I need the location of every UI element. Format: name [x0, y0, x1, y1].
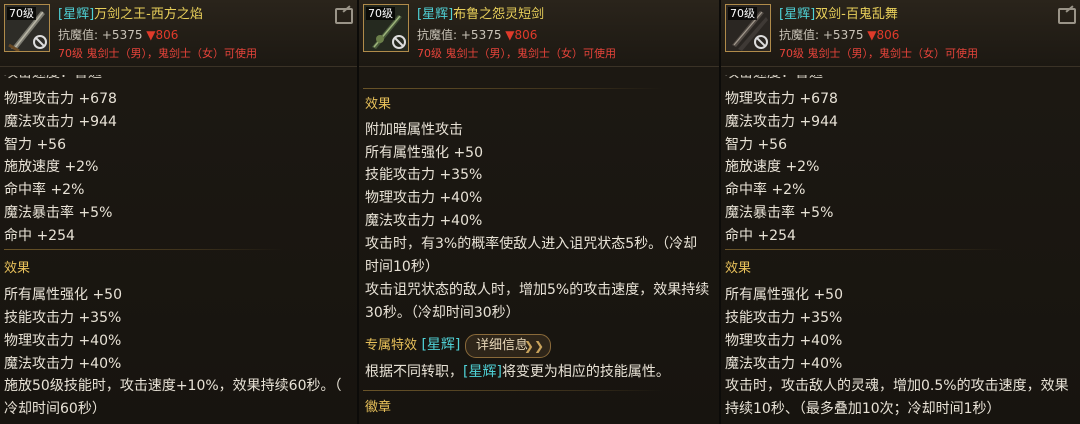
share-icon[interactable]	[335, 8, 353, 24]
double-chevron-icon: ❯❯	[523, 339, 545, 353]
resist-label: 抗魔值:	[417, 28, 458, 42]
section-divider	[363, 88, 663, 89]
detail-info-label: 详细信息	[476, 338, 529, 353]
tooltip-header: 70级 [星辉]万剑之王-西方之焰 抗魔值: +5375 ▼806 70级 鬼剑…	[0, 0, 357, 67]
effect-line: 30秒。（冷却时间30秒）	[365, 305, 520, 321]
share-icon[interactable]	[1058, 8, 1076, 24]
effect-line: 技能攻击力 +35%	[4, 310, 122, 326]
rarity-tag: [星辉]	[779, 7, 816, 22]
effect-line: 攻击时，攻击敌人的灵魂，增加0.5%的攻击速度，效果	[725, 378, 1069, 394]
stat-line: 命中率 +2%	[4, 182, 85, 198]
stat-line: 命中 +254	[725, 228, 796, 244]
effect-line: 所有属性强化 +50	[365, 145, 483, 161]
level-badge: 70级	[366, 7, 395, 20]
class-requirement: 70级 鬼剑士（男），鬼剑士（女）可使用	[779, 47, 978, 60]
rarity-tag: [星辉]	[417, 7, 454, 22]
resist-diff: ▼806	[867, 28, 900, 42]
item-tooltip-2: 70级 [星辉]布鲁之怨灵短剑 抗魔值: +5375 ▼806 70级 鬼剑士（…	[359, 0, 721, 424]
stat-line: 命中 +254	[4, 228, 75, 244]
transfer-note: 根据不同转职，[星辉]将变更为相应的技能属性。	[365, 362, 670, 382]
tooltip-header: 70级 [星辉]布鲁之怨灵短剑 抗魔值: +5375 ▼806 70级 鬼剑士（…	[359, 0, 721, 67]
effect-line: 技能攻击力 +35%	[365, 167, 483, 183]
unusable-icon	[33, 35, 47, 49]
stat-line: 智力 +56	[725, 137, 787, 153]
effect-line: 物理攻击力 +40%	[4, 333, 122, 349]
stat-line: 魔法攻击力 +944	[725, 114, 838, 130]
effect-line: 冷却时间60秒）	[4, 401, 106, 417]
resist-label: 抗魔值:	[779, 28, 820, 42]
effect-heading: 效果	[365, 97, 392, 112]
tooltip-comparison: 70级 [星辉]万剑之王-西方之焰 抗魔值: +5375 ▼806 70级 鬼剑…	[0, 0, 1080, 424]
magic-resist: 抗魔值: +5375 ▼806	[779, 26, 899, 43]
section-divider	[4, 249, 284, 250]
effect-line: 持续10秒、（最多叠加10次；冷却时间1秒）	[725, 401, 1001, 417]
effect-line: 施放50级技能时，攻击速度+10%，效果持续60秒。（	[4, 378, 342, 394]
magic-resist: 抗魔值: +5375 ▼806	[417, 26, 537, 43]
effect-line: 附加暗属性攻击	[365, 122, 463, 138]
item-title: [星辉]双剑-百鬼乱舞	[779, 3, 898, 22]
effect-line: 物理攻击力 +40%	[725, 333, 843, 349]
stat-line: 物理攻击力 +678	[725, 91, 838, 107]
exclusive-title: 专属特效	[365, 338, 418, 353]
effect-heading: 效果	[725, 261, 752, 276]
section-divider	[363, 390, 663, 391]
stat-line: 施放速度 +2%	[725, 159, 820, 175]
exclusive-tag: [星辉]	[421, 337, 461, 353]
resist-value: +5375	[101, 28, 143, 42]
tooltip-header: 70级 [星辉]双剑-百鬼乱舞 抗魔值: +5375 ▼806 70级 鬼剑士（…	[721, 0, 1080, 67]
stat-line: 魔法暴击率 +5%	[725, 205, 834, 221]
stat-line: 智力 +56	[4, 137, 66, 153]
note-suffix: 将变更为相应的技能属性。	[501, 364, 670, 380]
stat-line: 魔法攻击力 +944	[4, 114, 117, 130]
effect-heading: 效果	[4, 261, 31, 276]
effect-line: 时间10秒）	[365, 259, 439, 275]
effect-line: 技能攻击力 +35%	[725, 310, 843, 326]
item-name: 布鲁之怨灵短剑	[453, 7, 545, 22]
item-title: [星辉]万剑之王-西方之焰	[58, 3, 203, 22]
effect-line: 攻击时，有3%的概率使敌人进入诅咒状态5秒。（冷却	[365, 236, 698, 252]
resist-diff: ▼806	[146, 28, 179, 42]
magic-resist: 抗魔值: +5375 ▼806	[58, 26, 178, 43]
effect-line: 魔法攻击力 +40%	[4, 356, 122, 372]
resist-label: 抗魔值:	[58, 28, 99, 42]
item-name: 万剑之王-西方之焰	[94, 7, 203, 22]
resist-diff: ▼806	[505, 28, 538, 42]
note-tag: [星辉]	[463, 364, 502, 380]
badge-heading: 徽章	[365, 400, 392, 415]
detail-info-button[interactable]: 详细信息 ❯❯	[465, 334, 552, 358]
stat-line: 物理攻击力 +678	[4, 91, 117, 107]
item-icon[interactable]: 70级	[4, 4, 50, 52]
effect-line: 所有属性强化 +50	[4, 287, 122, 303]
exclusive-effect-heading: 专属特效 [星辉]	[365, 335, 460, 356]
level-badge: 70级	[7, 7, 36, 20]
unusable-icon	[754, 35, 768, 49]
level-badge: 70级	[728, 7, 757, 20]
stat-line: 施放速度 +2%	[4, 159, 99, 175]
effect-line: 魔法攻击力 +40%	[725, 356, 843, 372]
item-tooltip-1: 70级 [星辉]万剑之王-西方之焰 抗魔值: +5375 ▼806 70级 鬼剑…	[0, 0, 357, 424]
note-prefix: 根据不同转职，	[365, 364, 463, 380]
item-icon[interactable]: 70级	[363, 4, 409, 52]
item-tooltip-3: 70级 [星辉]双剑-百鬼乱舞 抗魔值: +5375 ▼806 70级 鬼剑士（…	[721, 0, 1080, 424]
class-requirement: 70级 鬼剑士（男），鬼剑士（女）可使用	[58, 47, 257, 60]
resist-value: +5375	[460, 28, 502, 42]
effect-line: 攻击诅咒状态的敌人时，增加5%的攻击速度，效果持续	[365, 282, 710, 298]
rarity-tag: [星辉]	[58, 7, 95, 22]
unusable-icon	[392, 35, 406, 49]
stat-line: 命中率 +2%	[725, 182, 806, 198]
item-title: [星辉]布鲁之怨灵短剑	[417, 3, 544, 22]
resist-value: +5375	[822, 28, 864, 42]
item-name: 双剑-百鬼乱舞	[815, 7, 898, 22]
section-divider	[725, 249, 1005, 250]
effect-line: 魔法攻击力 +40%	[365, 213, 483, 229]
item-icon[interactable]: 70级	[725, 4, 771, 52]
class-requirement: 70级 鬼剑士（男），鬼剑士（女）可使用	[417, 47, 616, 60]
stat-line: 魔法暴击率 +5%	[4, 205, 113, 221]
effect-line: 所有属性强化 +50	[725, 287, 843, 303]
effect-line: 物理攻击力 +40%	[365, 190, 483, 206]
